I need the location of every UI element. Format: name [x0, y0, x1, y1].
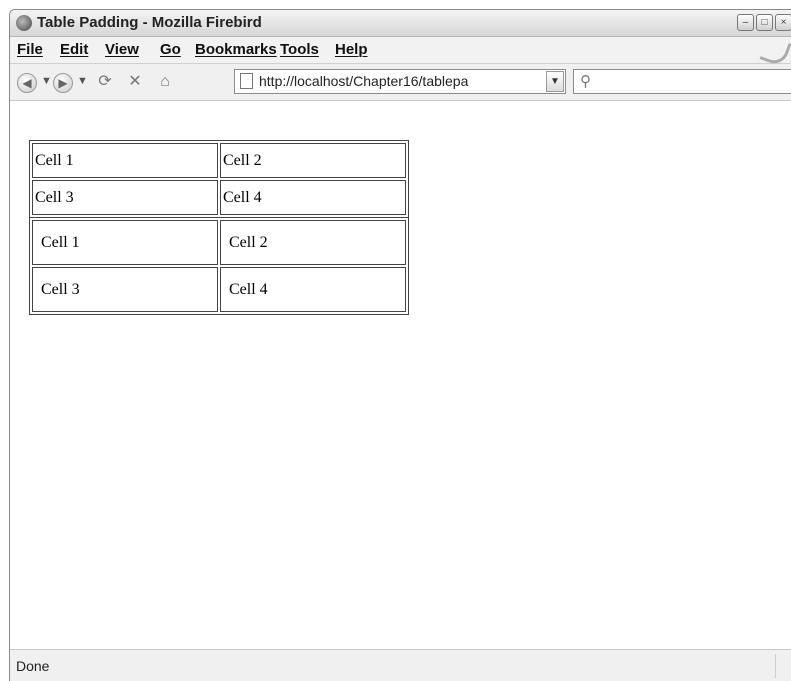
status-text: Done	[16, 658, 50, 674]
back-history-dropdown[interactable]: ▼	[41, 75, 52, 87]
search-icon[interactable]: ⚲	[580, 72, 591, 90]
url-dropdown-button[interactable]: ▼	[546, 71, 564, 92]
menu-view[interactable]: View	[105, 41, 139, 58]
app-logo-icon	[16, 15, 32, 31]
stop-icon[interactable]: ✕	[125, 72, 145, 92]
status-bar: Done	[10, 649, 791, 681]
reload-icon[interactable]: ⟳	[95, 72, 115, 92]
table-large-padding: Cell 1 Cell 2 Cell 3 Cell 4	[29, 217, 409, 315]
table-row: Cell 1 Cell 2	[32, 143, 406, 178]
menu-go[interactable]: Go	[160, 41, 181, 58]
url-bar[interactable]: http://localhost/Chapter16/tablepa ▼	[234, 69, 566, 94]
window-title: Table Padding - Mozilla Firebird	[37, 14, 262, 31]
forward-arrow-icon[interactable]: ▶	[53, 73, 73, 93]
window-controls: – □ ×	[737, 14, 791, 31]
navigation-toolbar: ◀ ▼ ▶ ▼ ⟳ ✕ ⌂ http://localhost/Chapter16…	[10, 64, 791, 101]
table-cell: Cell 2	[220, 143, 406, 178]
table-row: Cell 1 Cell 2	[32, 220, 406, 265]
close-button[interactable]: ×	[775, 14, 791, 31]
table-row: Cell 3 Cell 4	[32, 267, 406, 312]
table-cell: Cell 4	[220, 267, 406, 312]
table-small-padding: Cell 1 Cell 2 Cell 3 Cell 4	[29, 140, 409, 218]
table-cell: Cell 3	[32, 180, 218, 215]
menu-tools[interactable]: Tools	[280, 41, 319, 58]
home-icon[interactable]: ⌂	[155, 72, 175, 92]
menu-file[interactable]: File	[17, 41, 43, 58]
throbber-icon	[759, 35, 791, 68]
table-cell: Cell 4	[220, 180, 406, 215]
table-cell: Cell 1	[32, 220, 218, 265]
table-row: Cell 3 Cell 4	[32, 180, 406, 215]
menu-bar: File Edit View Go Bookmarks Tools Help	[10, 35, 791, 68]
table-cell: Cell 1	[32, 143, 218, 178]
search-box[interactable]: ⚲	[573, 69, 791, 94]
page-content: Cell 1 Cell 2 Cell 3 Cell 4 Cell 1 Cell …	[10, 101, 791, 648]
menu-edit[interactable]: Edit	[60, 41, 88, 58]
table-cell: Cell 2	[220, 220, 406, 265]
resize-grip-icon[interactable]	[775, 654, 790, 678]
page-icon	[240, 73, 253, 89]
menu-help[interactable]: Help	[335, 41, 368, 58]
title-bar: Table Padding - Mozilla Firebird – □ ×	[10, 10, 791, 37]
menu-bookmarks[interactable]: Bookmarks	[195, 41, 277, 58]
url-text[interactable]: http://localhost/Chapter16/tablepa	[259, 73, 541, 89]
browser-window: Table Padding - Mozilla Firebird – □ × F…	[9, 9, 791, 681]
minimize-button[interactable]: –	[737, 14, 754, 31]
back-arrow-icon[interactable]: ◀	[17, 73, 37, 93]
maximize-button[interactable]: □	[756, 14, 773, 31]
forward-history-dropdown[interactable]: ▼	[77, 75, 88, 87]
table-cell: Cell 3	[32, 267, 218, 312]
